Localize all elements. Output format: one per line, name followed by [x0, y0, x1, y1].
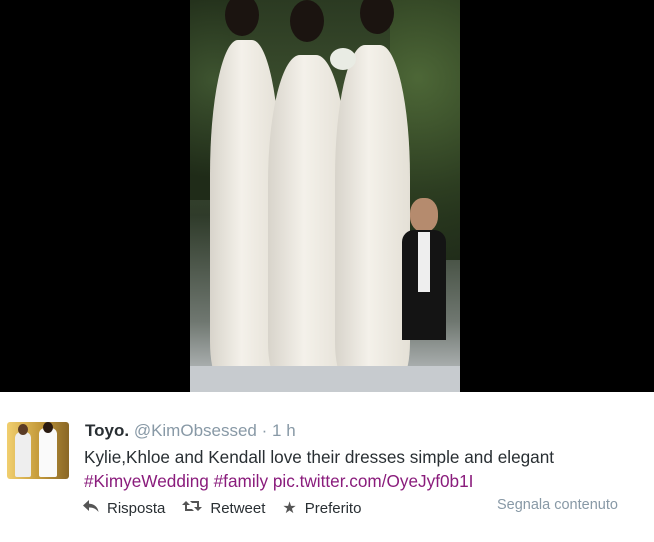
bridesmaid-head-left [225, 0, 259, 36]
bridesmaid-head-center [290, 0, 324, 42]
user-handle[interactable]: @KimObsessed [134, 421, 257, 440]
reply-label: Risposta [107, 499, 166, 517]
bouquet [330, 48, 356, 70]
avatar-figure-head [43, 422, 53, 433]
tweet-header: Toyo. @KimObsessed · 1 h [85, 421, 296, 441]
reply-button[interactable]: Risposta [83, 499, 165, 518]
tweet-text: Kylie,Khloe and Kendall love their dress… [84, 445, 644, 493]
separator: · [261, 421, 268, 440]
avatar-figure-head [18, 424, 28, 435]
reply-icon [83, 499, 99, 518]
tweet-media[interactable] [0, 0, 654, 392]
favorite-button[interactable]: ★ Preferito [282, 498, 361, 518]
wedding-photo[interactable] [190, 0, 460, 392]
guest-head [410, 198, 438, 232]
bridesmaid-head-right [360, 0, 394, 34]
hashtag-link[interactable]: #family [214, 471, 268, 491]
hashtag-link[interactable]: #KimyeWedding [84, 471, 209, 491]
media-link[interactable]: pic.twitter.com/OyeJyf0b1I [273, 471, 474, 491]
retweet-icon [182, 499, 203, 518]
retweet-button[interactable]: Retweet [182, 499, 265, 518]
star-icon: ★ [282, 500, 297, 517]
guest-man [402, 198, 446, 340]
tweet: Toyo. @KimObsessed · 1 h Kylie,Khloe and… [0, 392, 654, 542]
display-name[interactable]: Toyo. [85, 421, 129, 440]
tweet-body: Kylie,Khloe and Kendall love their dress… [84, 447, 555, 467]
favorite-label: Preferito [304, 499, 362, 517]
bridesmaid-dress-right [335, 45, 410, 375]
timestamp[interactable]: 1 h [272, 421, 296, 440]
stage-floor [190, 366, 460, 392]
report-content-link[interactable]: Segnala contenuto [497, 497, 618, 513]
retweet-label: Retweet [210, 499, 266, 517]
avatar-figure [15, 432, 31, 477]
tweet-actions: Risposta Retweet ★ Preferito [83, 498, 378, 518]
avatar[interactable] [7, 422, 69, 479]
guest-shirt [418, 232, 430, 292]
avatar-figure [39, 428, 57, 477]
